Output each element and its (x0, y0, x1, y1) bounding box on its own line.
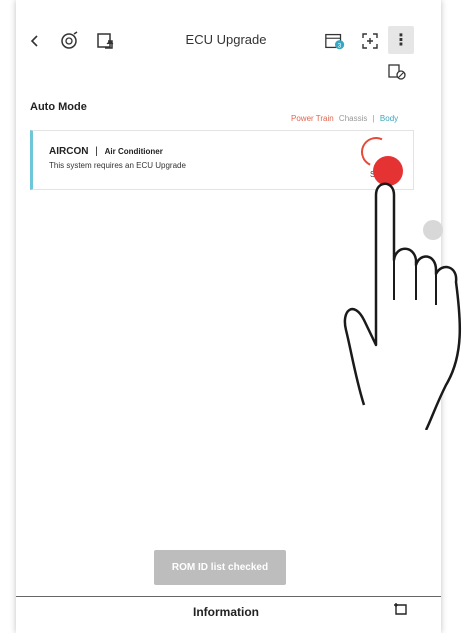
ecu-name: Air Conditioner (104, 147, 163, 156)
upload-ecu-icon[interactable] (94, 30, 116, 52)
vehicle-settings-icon[interactable] (387, 63, 407, 81)
auto-mode-label: Auto Mode (30, 101, 87, 113)
tap-hand-icon (343, 182, 462, 430)
app-header: ECU Upgrade 3 ⋮ (16, 0, 441, 80)
svg-text:3: 3 (338, 42, 342, 49)
filter-power-train[interactable]: Power Train (291, 114, 334, 123)
category-filters: Power Train Chassis | Body (288, 114, 398, 123)
back-arrow-icon[interactable] (24, 30, 46, 52)
filter-chassis[interactable]: Chassis (339, 114, 367, 123)
title-separator: | (95, 146, 98, 157)
filter-divider: | (372, 114, 375, 123)
calendar-sync-icon[interactable]: 3 (324, 30, 346, 52)
information-tab[interactable]: Information (156, 605, 296, 619)
vehicle-scan-icon[interactable] (58, 30, 80, 52)
expand-icon[interactable] (393, 602, 409, 618)
rom-id-list-checked-button[interactable]: ROM ID list checked (154, 550, 286, 585)
footer-divider (16, 596, 441, 597)
ecu-code: AIRCON (49, 146, 89, 157)
scan-add-icon[interactable] (359, 30, 381, 52)
more-vertical-icon[interactable]: ⋮ (388, 26, 414, 54)
page-title: ECU Upgrade (185, 32, 267, 47)
card-description: This system requires an ECU Upgrade (49, 161, 186, 170)
card-title: AIRCON | Air Conditioner (49, 146, 163, 157)
filter-body[interactable]: Body (380, 114, 398, 123)
device-screen: ECU Upgrade 3 ⋮ Auto Mode Power Train Ch… (16, 0, 462, 633)
